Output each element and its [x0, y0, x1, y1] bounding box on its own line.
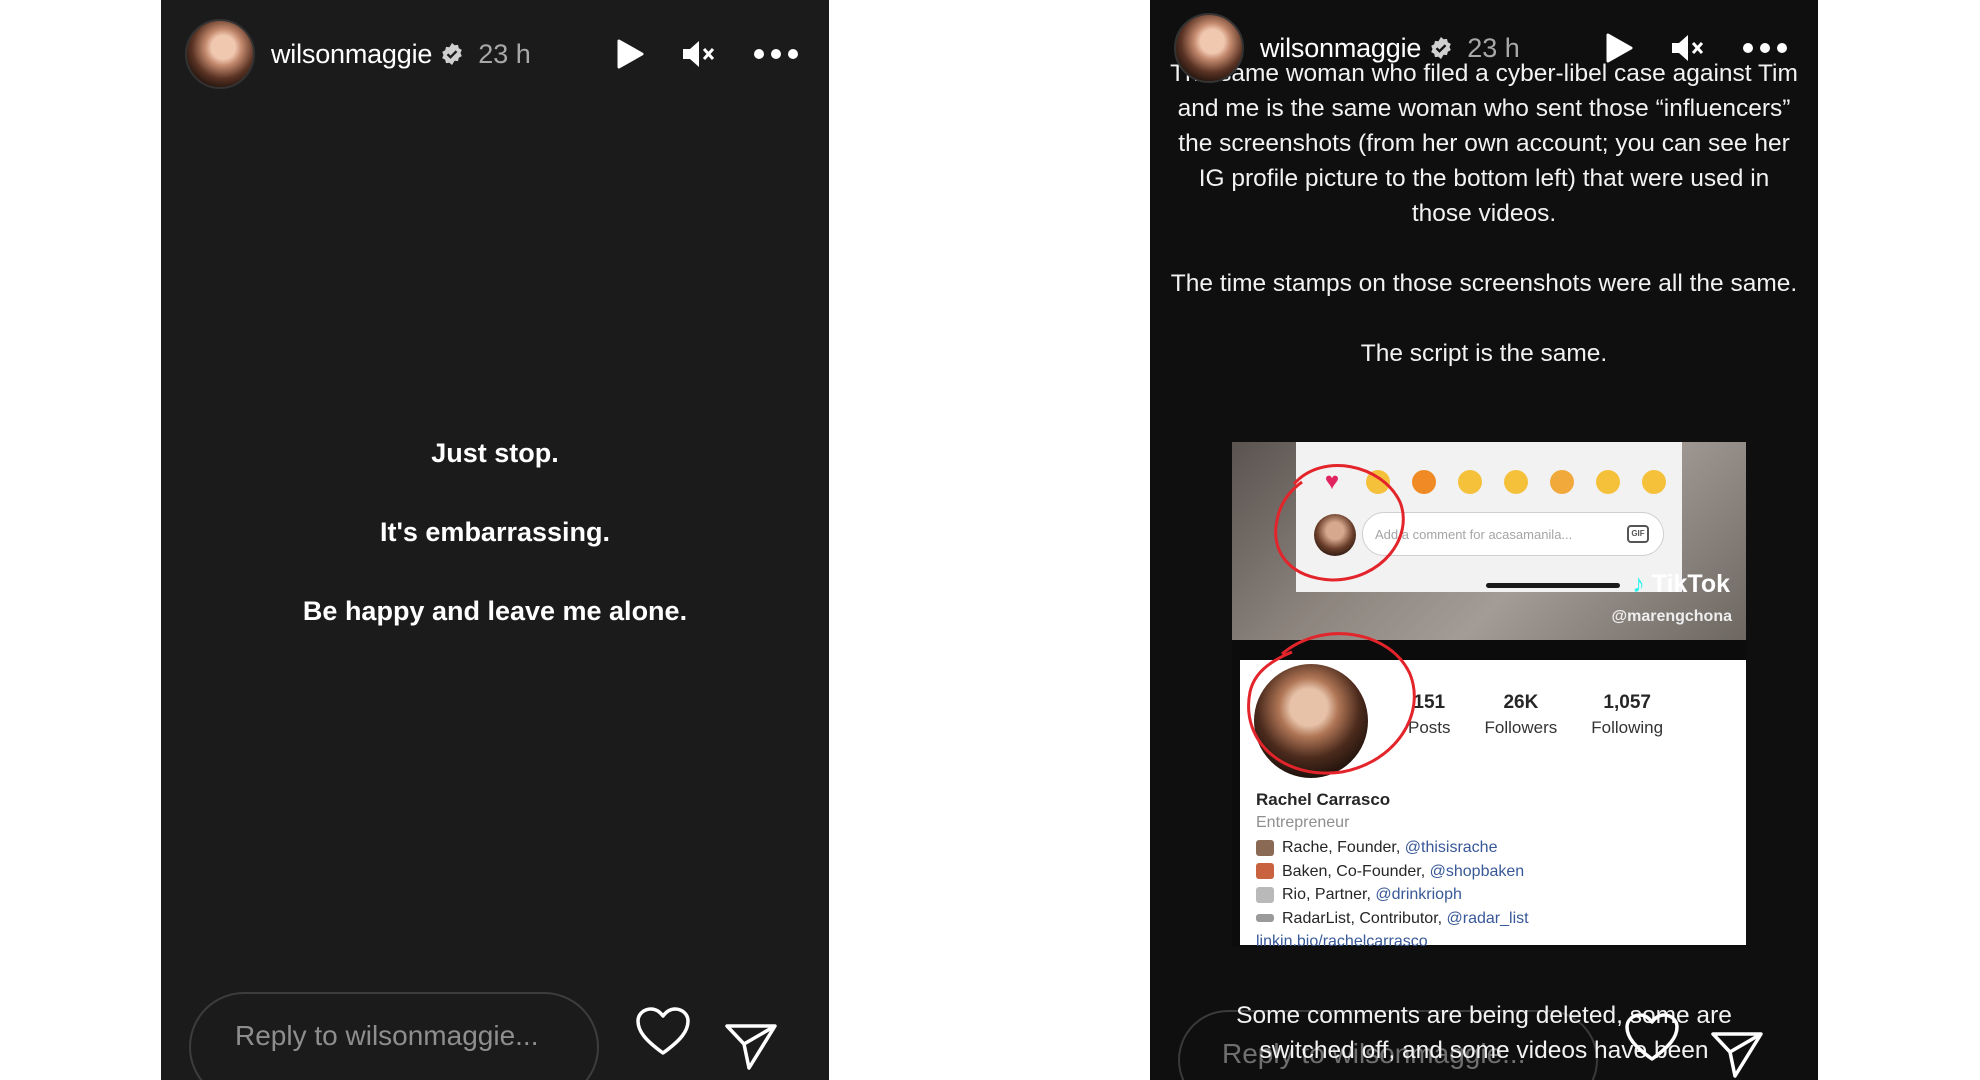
profile-avatar[interactable] [185, 19, 255, 89]
profile-avatar[interactable] [1174, 13, 1244, 83]
tiktok-handle: @marengchona [1611, 608, 1732, 625]
stat-following: 1,057 Following [1591, 692, 1663, 738]
story-line: Just stop. [431, 438, 559, 468]
story-text: Just stop. It's embarrassing. Be happy a… [161, 440, 829, 677]
caption-paragraph: The script is the same. [1360, 340, 1608, 367]
verified-badge-icon [442, 43, 462, 65]
stat-label: Posts [1408, 718, 1451, 737]
bio-text: Baken, Co-Founder, [1282, 862, 1430, 880]
bacon-emoji-icon [1256, 863, 1274, 880]
bio-line: RadarList, Contributor, @radar_list [1256, 907, 1529, 931]
verified-badge-icon [1431, 37, 1451, 59]
tiktok-brand: TikTok [1651, 570, 1730, 598]
newspaper-emoji-icon [1256, 914, 1274, 923]
story-panel-right: wilsonmaggie 23 h The same woman who fil… [1150, 0, 1818, 1080]
emoji-icon [1596, 470, 1620, 494]
profile-name: Rachel Carrasco [1256, 790, 1391, 809]
more-options-icon[interactable] [1742, 42, 1788, 54]
tiktok-screenshot: ♥ Add a comment for acasamanila... GIF ♪… [1232, 442, 1746, 640]
stat-followers: 26K Followers [1485, 692, 1558, 738]
profile-category: Entrepreneur [1256, 814, 1350, 831]
send-icon[interactable] [724, 1022, 778, 1072]
bio-line: Rio, Partner, @drinkrioph [1256, 883, 1529, 907]
stat-value: 1,057 [1603, 692, 1651, 713]
profile-bio: Rache, Founder, @thisisrache Baken, Co-F… [1256, 836, 1529, 954]
like-heart-icon[interactable] [1624, 1012, 1680, 1064]
mute-icon[interactable] [681, 38, 717, 70]
heart-eyes-emoji-icon [1550, 470, 1574, 494]
more-options-icon[interactable] [753, 48, 799, 60]
bio-mention: @thisisrache [1404, 839, 1498, 856]
reply-input[interactable]: Reply to wilsonmaggie... [189, 992, 599, 1080]
stat-label: Following [1591, 718, 1664, 737]
username[interactable]: wilsonmaggie [271, 39, 432, 70]
stat-value: 26K [1503, 692, 1539, 713]
home-indicator [1486, 583, 1620, 588]
story-caption: The same woman who filed a cyber-libel c… [1168, 56, 1800, 371]
emoji-icon [1366, 470, 1390, 494]
story-line: Be happy and leave me alone. [302, 596, 688, 626]
tiktok-watermark: ♪ TikTok [1632, 570, 1730, 598]
tiktok-comment-input: Add a comment for acasamanila... GIF [1362, 512, 1664, 556]
bio-text: Rache, Founder, [1282, 839, 1405, 856]
story-line: It's embarrassing. [379, 517, 610, 547]
send-icon[interactable] [1710, 1030, 1764, 1080]
instagram-profile-screenshot: 151 Posts 26K Followers 1,057 Following … [1240, 660, 1746, 950]
profile-stats: 151 Posts 26K Followers 1,057 Following [1408, 692, 1663, 738]
bio-mention: @drinkrioph [1375, 886, 1462, 903]
stat-posts: 151 Posts [1408, 692, 1451, 738]
play-icon[interactable] [615, 38, 645, 70]
tiktok-comment-panel: ♥ Add a comment for acasamanila... GIF [1296, 442, 1682, 592]
emoji-icon [1504, 470, 1528, 494]
bio-text: RadarList, Contributor, [1282, 909, 1447, 927]
bio-line: Rache, Founder, @thisisrache [1256, 836, 1529, 860]
fire-emoji-icon [1412, 470, 1436, 494]
person-emoji-icon [1256, 839, 1274, 856]
caption-paragraph: The time stamps on those screenshots wer… [1170, 270, 1798, 297]
username[interactable]: wilsonmaggie [1260, 33, 1421, 64]
comment-placeholder: Add a comment for acasamanila... [1375, 527, 1573, 542]
emoji-reactions: ♥ [1320, 470, 1666, 494]
bio-line: Baken, Co-Founder, @shopbaken [1256, 860, 1529, 884]
gif-icon: GIF [1627, 525, 1649, 543]
evidence-screenshot: ♥ Add a comment for acasamanila... GIF ♪… [1232, 442, 1746, 950]
heart-emoji-icon: ♥ [1324, 468, 1340, 495]
post-time: 23 h [1467, 32, 1520, 63]
commenter-avatar [1314, 514, 1356, 556]
story-panel-left: wilsonmaggie 23 h Just stop. It's embarr… [161, 0, 829, 1080]
bio-mention: @radar_list [1446, 909, 1529, 927]
post-time: 23 h [478, 38, 531, 69]
profile-photo [1254, 664, 1368, 778]
bio-text: Rio, Partner, [1282, 886, 1376, 903]
play-icon[interactable] [1604, 32, 1634, 64]
stat-label: Followers [1484, 718, 1558, 737]
clap-emoji-icon [1458, 470, 1482, 494]
like-heart-icon[interactable] [635, 1006, 691, 1058]
cocktail-emoji-icon [1256, 886, 1274, 903]
mute-icon[interactable] [1670, 32, 1706, 64]
story-caption-continued: Some comments are being deleted, some ar… [1236, 1002, 1732, 1064]
story-header: wilsonmaggie 23 h [185, 18, 799, 90]
story-header: wilsonmaggie 23 h [1174, 12, 1788, 84]
laughing-emoji-icon [1642, 470, 1666, 494]
stat-value: 151 [1413, 692, 1446, 713]
bio-mention: @shopbaken [1429, 862, 1525, 880]
profile-link: linkin.bio/rachelcarrasco [1256, 933, 1428, 950]
